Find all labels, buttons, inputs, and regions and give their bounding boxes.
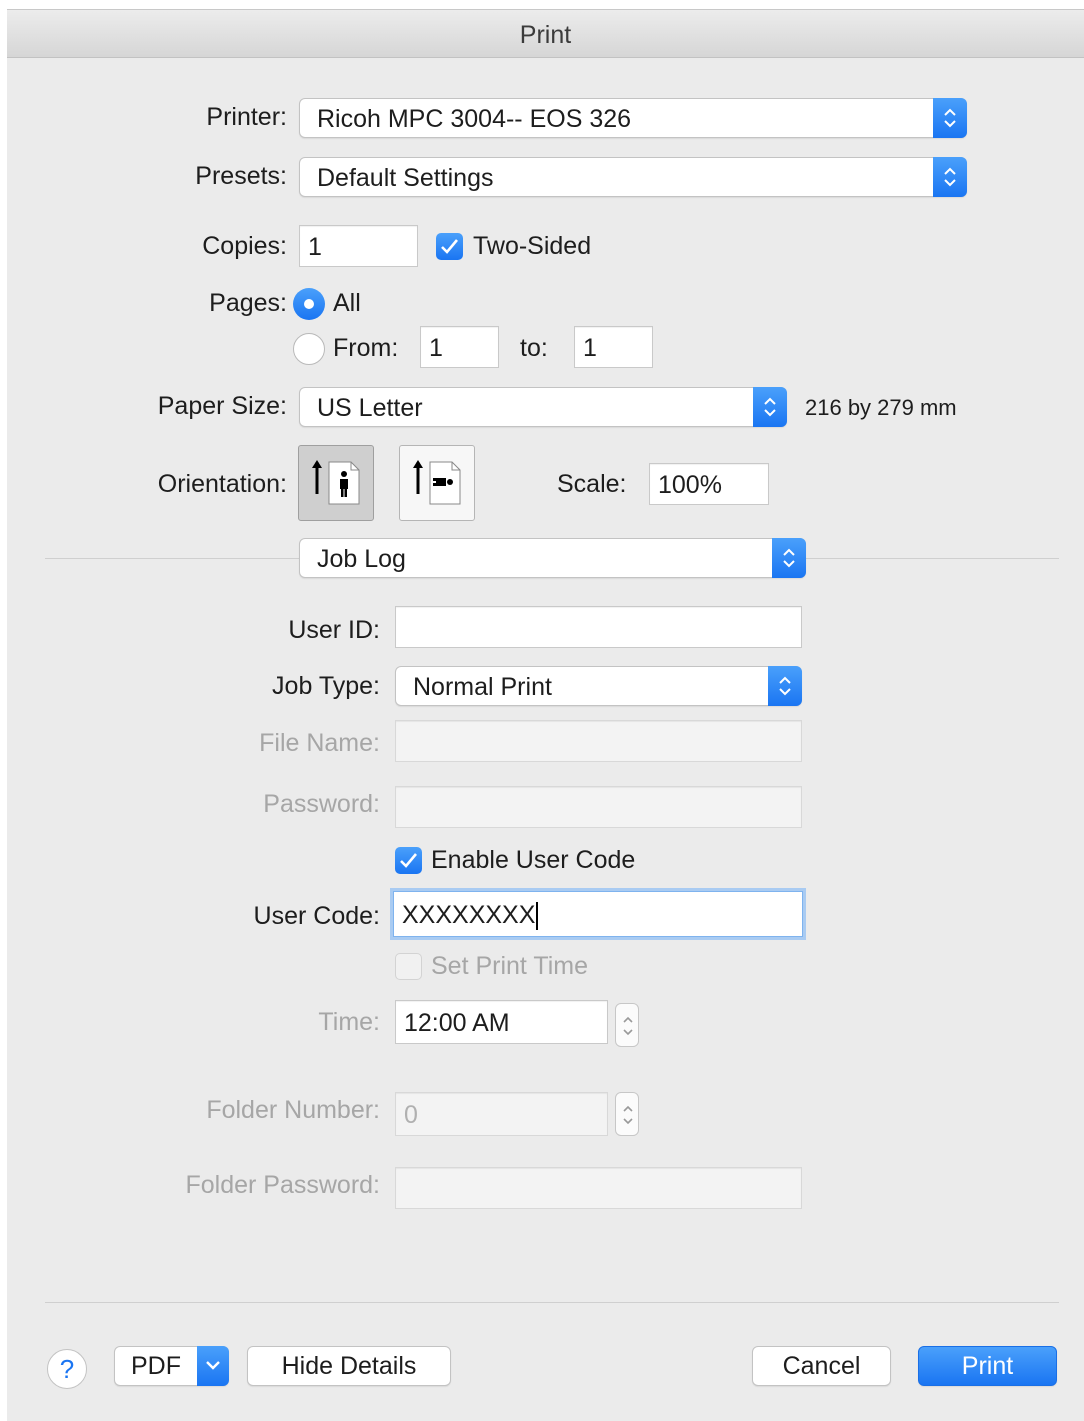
pages-to-input[interactable]: 1 [574, 326, 653, 368]
scale-input[interactable]: 100% [649, 463, 769, 505]
user-code-value: XXXXXXXX [402, 901, 536, 929]
two-sided-checkbox[interactable] [436, 233, 463, 260]
section-value: Job Log [317, 545, 406, 573]
presets-label: Presets: [195, 162, 287, 190]
portrait-icon [312, 460, 360, 505]
folder-number-label: Folder Number: [206, 1096, 380, 1124]
text-caret [536, 902, 539, 931]
printer-label: Printer: [206, 103, 287, 131]
orientation-portrait-button[interactable] [298, 445, 374, 521]
file-name-input[interactable] [395, 720, 802, 762]
time-input[interactable]: 12:00 AM [395, 1000, 608, 1044]
job-type-popup-arrows-icon [768, 666, 802, 706]
job-type-select[interactable]: Normal Print [395, 666, 802, 706]
paper-size-value: US Letter [317, 394, 423, 422]
landscape-icon [413, 460, 461, 505]
stepper-arrows-icon [623, 1105, 633, 1125]
time-stepper[interactable] [615, 1003, 639, 1047]
footer-divider [45, 1302, 1059, 1303]
scale-label: Scale: [557, 470, 627, 498]
folder-number-stepper[interactable] [615, 1092, 639, 1136]
presets-select[interactable]: Default Settings [299, 157, 967, 197]
presets-value: Default Settings [317, 164, 494, 192]
enable-user-code-label: Enable User Code [431, 846, 636, 874]
paper-size-popup-arrows-icon [753, 387, 787, 427]
printer-select[interactable]: Ricoh MPC 3004-- EOS 326 [299, 98, 967, 138]
pages-all-label: All [333, 289, 361, 317]
folder-number-input[interactable]: 0 [395, 1092, 608, 1136]
paper-size-label: Paper Size: [157, 392, 287, 420]
section-popup-arrows-icon [772, 538, 806, 578]
stepper-arrows-icon [623, 1016, 633, 1036]
folder-password-label: Folder Password: [185, 1171, 380, 1199]
pdf-label: PDF [131, 1352, 181, 1380]
set-print-time-label: Set Print Time [431, 952, 588, 980]
printer-popup-arrows-icon [933, 98, 967, 138]
copies-label: Copies: [202, 232, 287, 260]
user-code-label: User Code: [253, 902, 380, 930]
file-name-label: File Name: [259, 729, 380, 757]
password-input[interactable] [395, 786, 802, 828]
password-label: Password: [263, 790, 380, 818]
window-title: Print [7, 10, 1084, 58]
paper-size-select[interactable]: US Letter [299, 387, 787, 427]
copies-input[interactable]: 1 [299, 225, 418, 267]
time-label: Time: [318, 1008, 380, 1036]
pages-from-radio[interactable] [293, 333, 325, 365]
paper-dimensions: 216 by 279 mm [805, 395, 957, 420]
enable-user-code-checkbox[interactable] [395, 847, 422, 874]
user-id-input[interactable] [395, 606, 802, 648]
set-print-time-checkbox[interactable] [395, 953, 422, 980]
job-type-label: Job Type: [272, 672, 380, 700]
orientation-landscape-button[interactable] [399, 445, 475, 521]
pages-all-radio[interactable] [293, 288, 325, 320]
chevron-down-icon [197, 1346, 229, 1386]
job-type-value: Normal Print [413, 673, 552, 701]
presets-popup-arrows-icon [933, 157, 967, 197]
hide-details-button[interactable]: Hide Details [247, 1346, 451, 1386]
pages-from-label: From: [333, 334, 399, 362]
print-dialog: Print Printer: Ricoh MPC 3004-- EOS 326 … [7, 9, 1084, 1421]
print-button[interactable]: Print [918, 1346, 1057, 1386]
help-button[interactable]: ? [47, 1349, 87, 1389]
orientation-label: Orientation: [157, 470, 287, 498]
pages-from-input[interactable]: 1 [420, 326, 499, 368]
pages-label: Pages: [209, 289, 287, 317]
printer-value: Ricoh MPC 3004-- EOS 326 [317, 105, 632, 133]
user-id-label: User ID: [288, 616, 380, 644]
pages-to-label: to: [520, 334, 548, 362]
pdf-menu-button[interactable]: PDF [114, 1346, 229, 1386]
cancel-button[interactable]: Cancel [752, 1346, 891, 1386]
section-select[interactable]: Job Log [299, 538, 806, 578]
folder-password-input[interactable] [395, 1167, 802, 1209]
two-sided-label: Two-Sided [473, 232, 592, 260]
user-code-input[interactable]: XXXXXXXX [393, 891, 803, 937]
